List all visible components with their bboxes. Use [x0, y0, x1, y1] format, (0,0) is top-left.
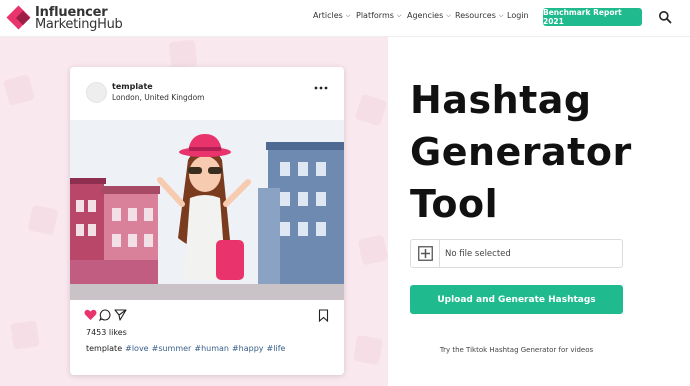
bookmark-icon[interactable]: [318, 309, 329, 322]
chevron-down-icon: ⌵: [345, 11, 351, 19]
caption-username: template: [86, 344, 123, 353]
post-actions: [84, 309, 330, 323]
nav-agencies-label: Agencies: [407, 11, 444, 20]
tiktok-generator-link[interactable]: Try the Tiktok Hashtag Generator for vid…: [410, 346, 623, 354]
title-line: Tool: [410, 182, 499, 226]
likes-count: 7453 likes: [86, 328, 127, 337]
plus-box-icon: [417, 246, 433, 261]
add-file-button[interactable]: [411, 240, 440, 267]
post-username: template: [112, 82, 153, 91]
post-caption: template #love #summer #human #happy #life: [86, 344, 285, 353]
hashtag-link[interactable]: #love: [125, 344, 148, 353]
file-status-text: No file selected: [445, 249, 511, 259]
page-title: Hashtag Generator Tool: [410, 74, 680, 230]
nav-platforms[interactable]: Platforms ⌵: [356, 11, 401, 20]
nav-platforms-label: Platforms: [356, 11, 394, 20]
chevron-down-icon: ⌵: [498, 11, 504, 19]
upload-generate-button[interactable]: Upload and Generate Hashtags: [410, 285, 623, 314]
hashtag-link[interactable]: #life: [267, 344, 286, 353]
benchmark-report-button[interactable]: Benchmark Report 2021: [543, 8, 642, 26]
title-line: Hashtag: [410, 78, 592, 122]
post-location: London, United Kingdom: [112, 93, 205, 102]
heart-icon[interactable]: [84, 309, 97, 321]
chevron-down-icon: ⌵: [396, 11, 402, 19]
avatar: [86, 82, 107, 103]
search-icon[interactable]: [658, 10, 672, 24]
logo[interactable]: Influencer MarketingHub: [6, 5, 123, 32]
nav-login[interactable]: Login: [507, 11, 529, 20]
comment-icon[interactable]: [99, 309, 112, 321]
nav-login-label: Login: [507, 11, 529, 20]
nav-articles[interactable]: Articles ⌵: [313, 11, 350, 20]
title-line: Generator: [410, 130, 632, 174]
logo-mark-icon: [6, 5, 32, 31]
more-options-icon[interactable]: [314, 85, 328, 91]
post-illustration-image: [70, 120, 344, 300]
hashtag-link[interactable]: #human: [194, 344, 229, 353]
hashtag-link[interactable]: #happy: [232, 344, 264, 353]
share-icon[interactable]: [114, 309, 127, 321]
logo-line2: MarketingHub: [35, 17, 123, 32]
hashtag-link[interactable]: #summer: [152, 344, 192, 353]
chevron-down-icon: ⌵: [446, 11, 451, 19]
nav-agencies[interactable]: Agencies ⌵: [407, 11, 451, 20]
nav-resources[interactable]: Resources ⌵: [455, 11, 503, 20]
nav-resources-label: Resources: [455, 11, 496, 20]
site-header: Influencer MarketingHub Articles ⌵ Platf…: [0, 0, 690, 37]
instagram-post-card: template London, United Kingdom 7453 lik…: [70, 67, 344, 375]
file-upload-field[interactable]: No file selected: [410, 239, 623, 268]
nav-articles-label: Articles: [313, 11, 343, 20]
